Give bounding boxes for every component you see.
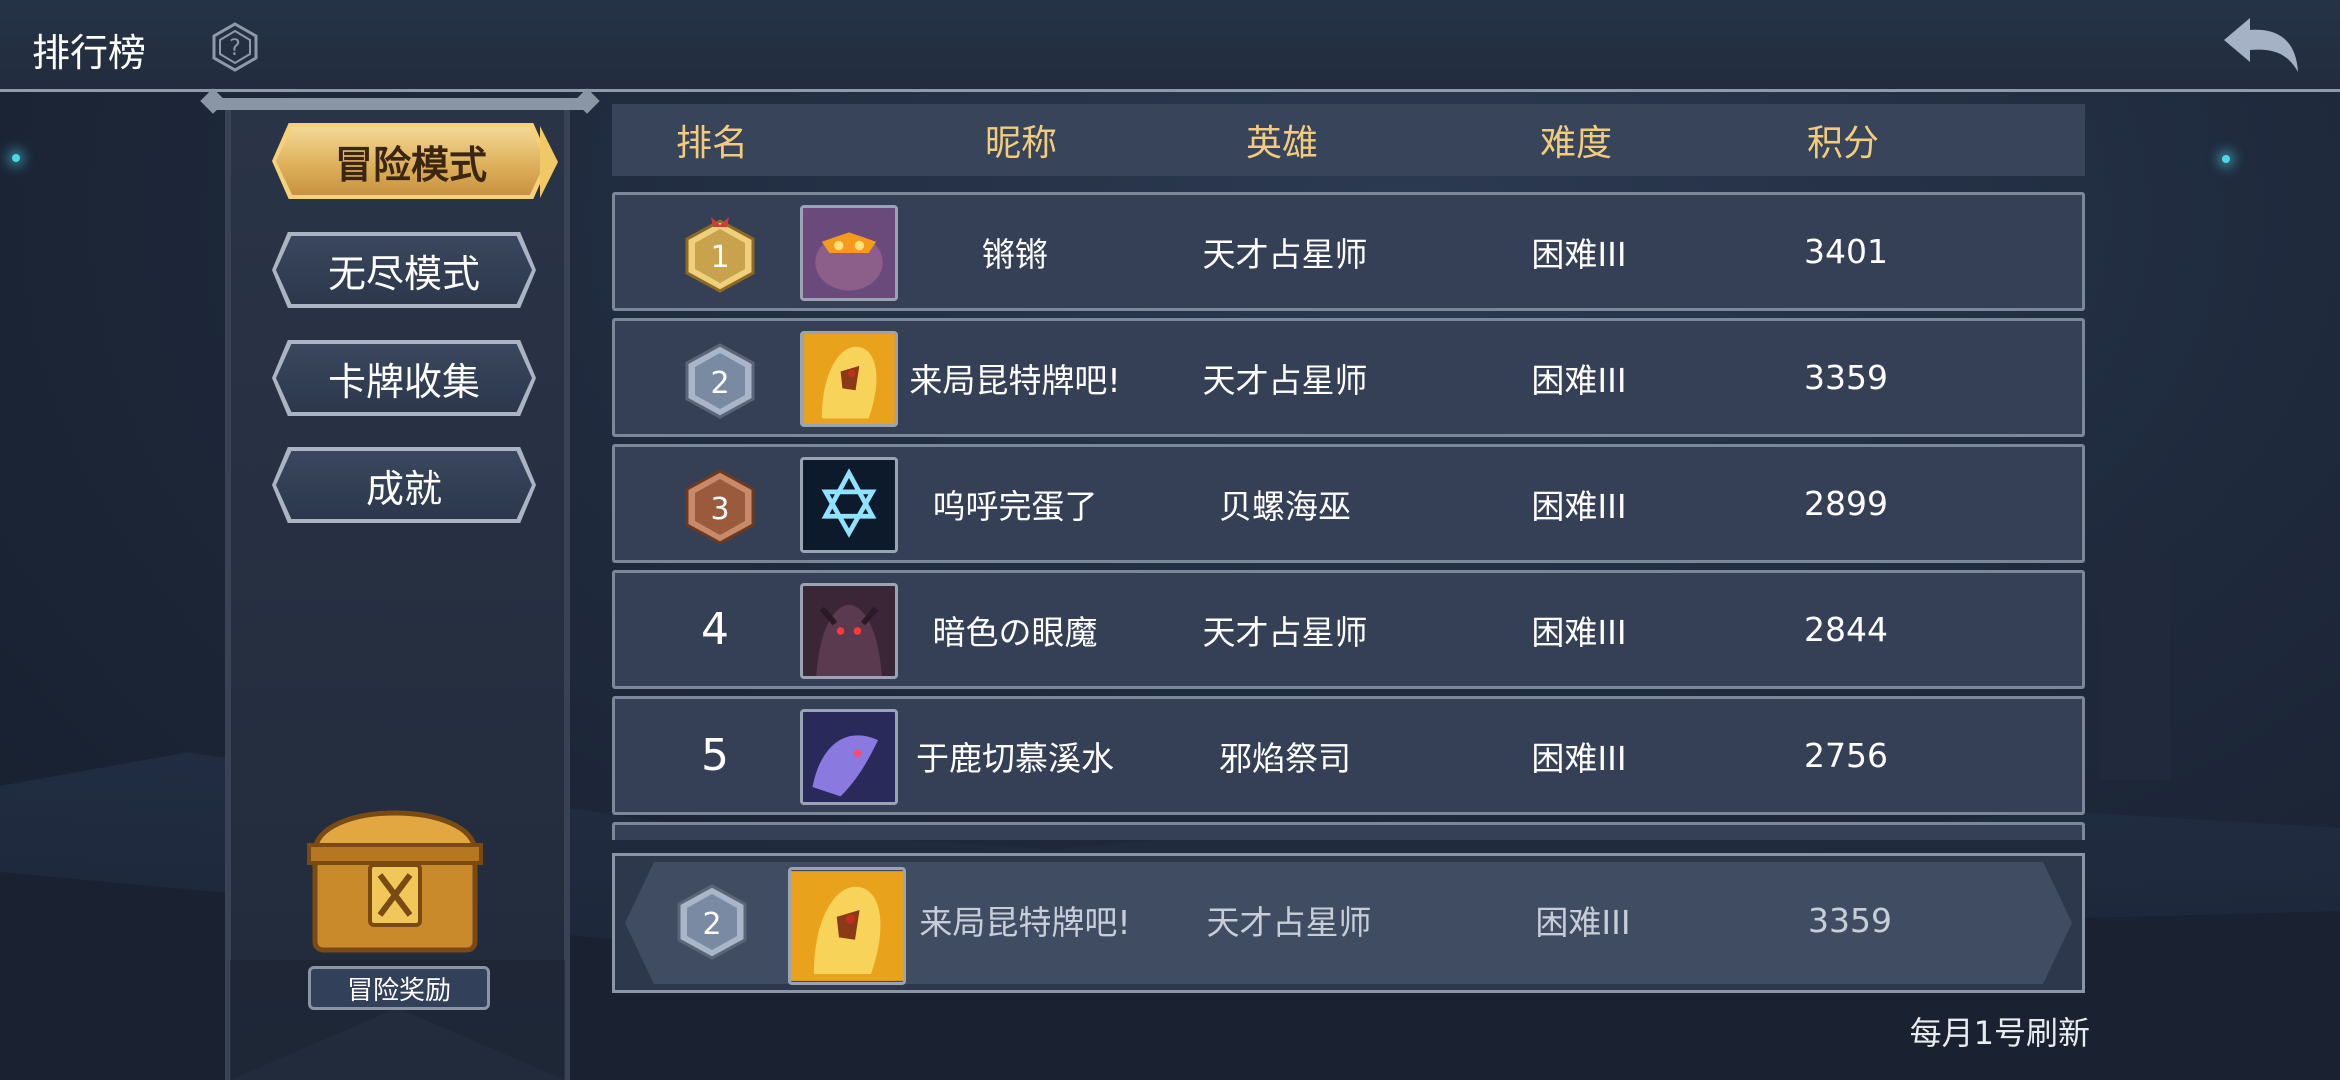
tab-label: 成就 [365, 466, 442, 511]
player-hero: 天才占星师 [1202, 612, 1368, 652]
player-difficulty: 困难III [1531, 612, 1627, 652]
rank-number: 3 [710, 492, 729, 527]
table-row[interactable]: 3 呜呼完蛋了 贝螺海巫 困难III 2899 [612, 444, 2085, 563]
tab-label: 冒险模式 [334, 142, 487, 187]
player-hero: 天才占星师 [1202, 360, 1368, 400]
player-hero: 天才占星师 [1202, 234, 1368, 274]
top-bar: 排行榜 ? [0, 0, 2340, 92]
my-nickname: 来局昆特牌吧! [919, 903, 1131, 942]
back-arrow-icon[interactable] [2220, 14, 2302, 78]
my-difficulty: 困难III [1535, 903, 1631, 942]
treasure-chest-icon[interactable] [305, 790, 485, 955]
sidebar-top-rail [210, 98, 590, 110]
fire-demon-avatar [800, 205, 898, 301]
column-header-nickname: 昵称 [984, 123, 1057, 164]
player-difficulty: 困难III [1531, 738, 1627, 778]
tab-adventure-mode[interactable]: 冒险模式 [272, 123, 550, 199]
rank-silver-badge-icon: 2 [685, 343, 755, 419]
question-shield-icon[interactable]: ? [210, 22, 260, 72]
tab-card-collection[interactable]: 卡牌收集 [272, 340, 536, 416]
golden-dragon-avatar [800, 331, 898, 427]
refresh-note: 每月1号刷新 [1909, 1014, 2090, 1052]
player-nickname: 呜呼完蛋了 [932, 486, 1098, 526]
player-hero: 邪焰祭司 [1219, 738, 1351, 778]
table-row[interactable] [612, 822, 2085, 840]
player-nickname: 于鹿切慕溪水 [916, 738, 1114, 778]
rank-gold-badge-icon: 1 [685, 217, 755, 293]
my-rank-row[interactable]: 2 来局昆特牌吧! 天才占星师 困难III 3359 [612, 853, 2085, 993]
player-hero: 贝螺海巫 [1219, 486, 1351, 526]
column-header-rank: 排名 [675, 123, 748, 164]
table-row[interactable]: 5 于鹿切慕溪水 邪焰祭司 困难III 2756 [612, 696, 2085, 815]
hexagram-avatar [800, 457, 898, 553]
rank-number: 4 [701, 604, 729, 655]
tab-label: 无尽模式 [327, 251, 480, 296]
rank-number: 5 [701, 730, 729, 781]
rank-number: 1 [710, 240, 729, 275]
svg-text:?: ? [229, 36, 241, 61]
adventure-reward-button[interactable]: 冒险奖励 [308, 966, 490, 1010]
reward-label: 冒险奖励 [346, 975, 451, 1006]
star-decoration [12, 154, 20, 162]
background-castle [2100, 560, 2170, 780]
player-score: 3401 [1804, 232, 1888, 271]
leaderboard-list[interactable]: 1 锵锵 天才占星师 困难III 3401 2 来局昆特牌吧! 天才占星师 困难… [612, 190, 2085, 840]
table-row[interactable]: 2 来局昆特牌吧! 天才占星师 困难III 3359 [612, 318, 2085, 437]
rank-number: 2 [702, 907, 721, 942]
tab-endless-mode[interactable]: 无尽模式 [272, 232, 536, 308]
rank-number: 2 [710, 366, 729, 401]
column-header-hero: 英雄 [1245, 123, 1318, 164]
player-nickname: 来局昆特牌吧! [909, 360, 1121, 400]
player-score: 2899 [1804, 484, 1888, 523]
star-decoration [2222, 155, 2230, 163]
golden-dragon-avatar [788, 867, 906, 985]
tab-achievements[interactable]: 成就 [272, 447, 536, 523]
rank-silver-badge-icon: 2 [677, 884, 747, 960]
rank-bronze-badge-icon: 3 [685, 469, 755, 545]
tab-label: 卡牌收集 [327, 359, 480, 404]
player-difficulty: 困难III [1531, 360, 1627, 400]
table-row[interactable]: 4 暗色の眼魔 天才占星师 困难III 2844 [612, 570, 2085, 689]
table-row[interactable]: 1 锵锵 天才占星师 困难III 3401 [612, 192, 2085, 311]
column-header-difficulty: 难度 [1539, 123, 1612, 164]
player-score: 2756 [1804, 736, 1888, 775]
dark-demon-avatar [800, 583, 898, 679]
player-score: 3359 [1804, 358, 1888, 397]
player-nickname: 暗色の眼魔 [932, 612, 1098, 652]
my-score: 3359 [1808, 900, 1892, 940]
my-hero: 天才占星师 [1206, 903, 1372, 942]
player-difficulty: 困难III [1531, 486, 1627, 526]
column-header-score: 积分 [1806, 123, 1879, 164]
table-header: 排名 昵称 英雄 难度 积分 [612, 104, 2085, 176]
player-difficulty: 困难III [1531, 234, 1627, 274]
player-nickname: 锵锵 [982, 234, 1048, 274]
purple-dragon-avatar [800, 709, 898, 805]
player-score: 2844 [1804, 610, 1888, 649]
page-title: 排行榜 [32, 31, 147, 75]
